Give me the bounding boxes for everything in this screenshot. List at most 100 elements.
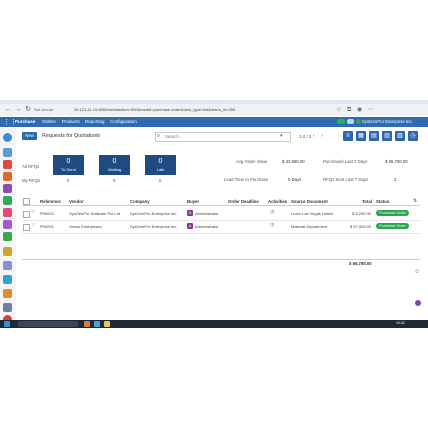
browser-toolbar-icons[interactable]: ☆ ⧉ ◉ ⋯ bbox=[336, 106, 376, 114]
page-title: Requests for Quotation bbox=[42, 133, 98, 139]
pager-next-icon[interactable]: › bbox=[321, 133, 323, 139]
card-label: Waiting bbox=[107, 167, 122, 172]
col-buyer[interactable]: Buyer bbox=[187, 199, 199, 204]
col-vendor[interactable]: Vendor bbox=[69, 199, 84, 204]
card-label: To Send bbox=[61, 167, 76, 172]
optional-columns-icon[interactable]: ⇅ bbox=[413, 198, 417, 204]
my-rfqs-late[interactable]: 0 bbox=[159, 178, 161, 183]
row-total[interactable]: $ 57,500.00 bbox=[350, 224, 371, 229]
activity-clock-icon[interactable]: ◷ bbox=[270, 222, 274, 228]
calendar-icon[interactable] bbox=[3, 148, 12, 157]
col-status[interactable]: Status bbox=[376, 199, 389, 204]
row-total[interactable]: $ 8,250.00 bbox=[352, 211, 371, 216]
row-source-document[interactable]: Luxor Las Vegas Hotels bbox=[291, 211, 333, 216]
card-value: 0 bbox=[112, 158, 117, 165]
rfqs-sent-value: 2 bbox=[394, 177, 397, 182]
activity-icon[interactable] bbox=[347, 119, 354, 124]
taskbar-search[interactable] bbox=[18, 321, 78, 327]
settings-icon[interactable] bbox=[3, 303, 12, 312]
my-rfqs-waiting[interactable]: 0 bbox=[113, 178, 115, 183]
kanban-view-icon[interactable]: ▦ bbox=[356, 131, 366, 141]
company-switcher[interactable]: SysGenPro Enterprise Inc. bbox=[362, 119, 413, 124]
pager-prev-icon[interactable]: ‹ bbox=[313, 133, 315, 139]
url-text[interactable]: 20.121.41.15:8069/web#action=550&model=p… bbox=[74, 107, 235, 112]
rfq-card-late[interactable]: 0 Late bbox=[145, 155, 176, 175]
security-indicator[interactable]: Not secure bbox=[34, 107, 53, 112]
back-icon[interactable]: ← bbox=[4, 106, 12, 114]
menu-reporting[interactable]: Reporting bbox=[85, 119, 105, 124]
status-badge: Purchase Order bbox=[376, 210, 409, 216]
taskbar-folder-icon[interactable] bbox=[104, 321, 110, 327]
notes-icon[interactable] bbox=[3, 261, 12, 270]
lead-time-label: Lead Time to Purchase bbox=[224, 177, 269, 182]
calendar-view-icon[interactable]: ▤ bbox=[369, 131, 379, 141]
pager-value[interactable]: 1-2 / 2 bbox=[299, 134, 311, 139]
avg-order-label: Avg Order Value bbox=[236, 159, 268, 164]
taskbar-clock[interactable]: 10:22 bbox=[396, 321, 405, 325]
menu-products[interactable]: Products bbox=[62, 119, 80, 124]
sales-icon[interactable] bbox=[3, 184, 12, 193]
row-source-document[interactable]: Material Department bbox=[291, 224, 327, 229]
company-avatar[interactable] bbox=[356, 119, 361, 124]
priority-star-icon[interactable]: ☆ bbox=[31, 209, 35, 215]
search-input[interactable] bbox=[165, 133, 275, 139]
contacts-icon[interactable] bbox=[3, 160, 12, 169]
graph-view-icon[interactable]: ▧ bbox=[395, 131, 405, 141]
taskbar-browser-icon[interactable] bbox=[94, 321, 100, 327]
taskbar-app-icon[interactable] bbox=[84, 321, 90, 327]
pivot-view-icon[interactable]: ▥ bbox=[382, 131, 392, 141]
row-company[interactable]: SysGenPro Enterprise Inc. bbox=[130, 224, 177, 229]
list-view-icon[interactable]: ≡ bbox=[343, 131, 353, 141]
purchase-icon[interactable] bbox=[3, 232, 12, 241]
row-reference[interactable]: P00002 bbox=[40, 211, 54, 216]
my-rfqs-label: My RFQs bbox=[22, 178, 41, 183]
rfq-card-waiting[interactable]: 0 Waiting bbox=[99, 155, 130, 175]
lead-time-value: 0 Days bbox=[288, 177, 302, 182]
rfqs-sent-label: RFQs Sent Last 7 Days bbox=[323, 177, 369, 182]
search-icon[interactable]: ⌕ bbox=[157, 132, 160, 140]
activity-clock-icon[interactable]: ◷ bbox=[270, 209, 274, 215]
avg-order-value: $ 32,890.00 bbox=[282, 159, 305, 164]
priority-star-icon[interactable]: ☆ bbox=[31, 222, 35, 228]
gear-icon[interactable]: ⚙ bbox=[96, 133, 100, 139]
row-checkbox[interactable] bbox=[23, 224, 30, 231]
invoicing-icon[interactable] bbox=[3, 208, 12, 217]
chatbot-icon[interactable]: ☺ bbox=[414, 269, 420, 275]
my-rfqs-to-send[interactable]: 0 bbox=[67, 178, 69, 183]
card-value: 0 bbox=[66, 158, 71, 165]
new-button[interactable]: New bbox=[22, 132, 37, 140]
activity-view-icon[interactable]: ◷ bbox=[408, 131, 418, 141]
row-reference[interactable]: P00001 bbox=[40, 224, 54, 229]
col-company[interactable]: Company bbox=[130, 199, 150, 204]
row-vendor[interactable]: Venus Enterprises bbox=[69, 224, 101, 229]
col-total[interactable]: Total bbox=[362, 199, 372, 204]
menu-configuration[interactable]: Configuration bbox=[110, 119, 137, 124]
select-all-checkbox[interactable] bbox=[23, 198, 30, 205]
app-name[interactable]: Purchase bbox=[15, 119, 35, 124]
chat-icon[interactable] bbox=[337, 119, 345, 124]
inventory-icon[interactable] bbox=[3, 196, 12, 205]
forward-icon[interactable]: → bbox=[14, 106, 22, 114]
windows-start-icon[interactable] bbox=[4, 321, 10, 327]
col-activities[interactable]: Activities bbox=[268, 199, 287, 204]
col-order-deadline[interactable]: Order Deadline bbox=[228, 199, 259, 204]
row-vendor[interactable]: SysGenPro Software Pvt Ltd bbox=[69, 211, 120, 216]
row-checkbox[interactable] bbox=[23, 211, 30, 218]
row-buyer[interactable]: Administrator bbox=[195, 224, 219, 229]
col-source-document[interactable]: Source Document bbox=[291, 199, 328, 204]
reload-icon[interactable]: ↻ bbox=[24, 106, 32, 114]
all-rfqs-label: All RFQs bbox=[22, 164, 40, 169]
menu-orders[interactable]: Orders bbox=[42, 119, 56, 124]
row-company[interactable]: SysGenPro Enterprise Inc. bbox=[130, 211, 177, 216]
rfq-card-to-send[interactable]: 0 To Send bbox=[53, 155, 84, 175]
employees-icon[interactable] bbox=[3, 289, 12, 298]
assistant-icon[interactable] bbox=[415, 300, 421, 306]
col-reference[interactable]: Reference bbox=[40, 199, 61, 204]
crm-icon[interactable] bbox=[3, 172, 12, 181]
documents-icon[interactable] bbox=[3, 247, 12, 256]
search-options-toggle-icon[interactable]: ▾ bbox=[280, 132, 283, 140]
project-icon[interactable] bbox=[3, 220, 12, 229]
website-icon[interactable] bbox=[3, 275, 12, 284]
discuss-icon[interactable] bbox=[3, 133, 12, 142]
row-buyer[interactable]: Administrator bbox=[195, 211, 219, 216]
